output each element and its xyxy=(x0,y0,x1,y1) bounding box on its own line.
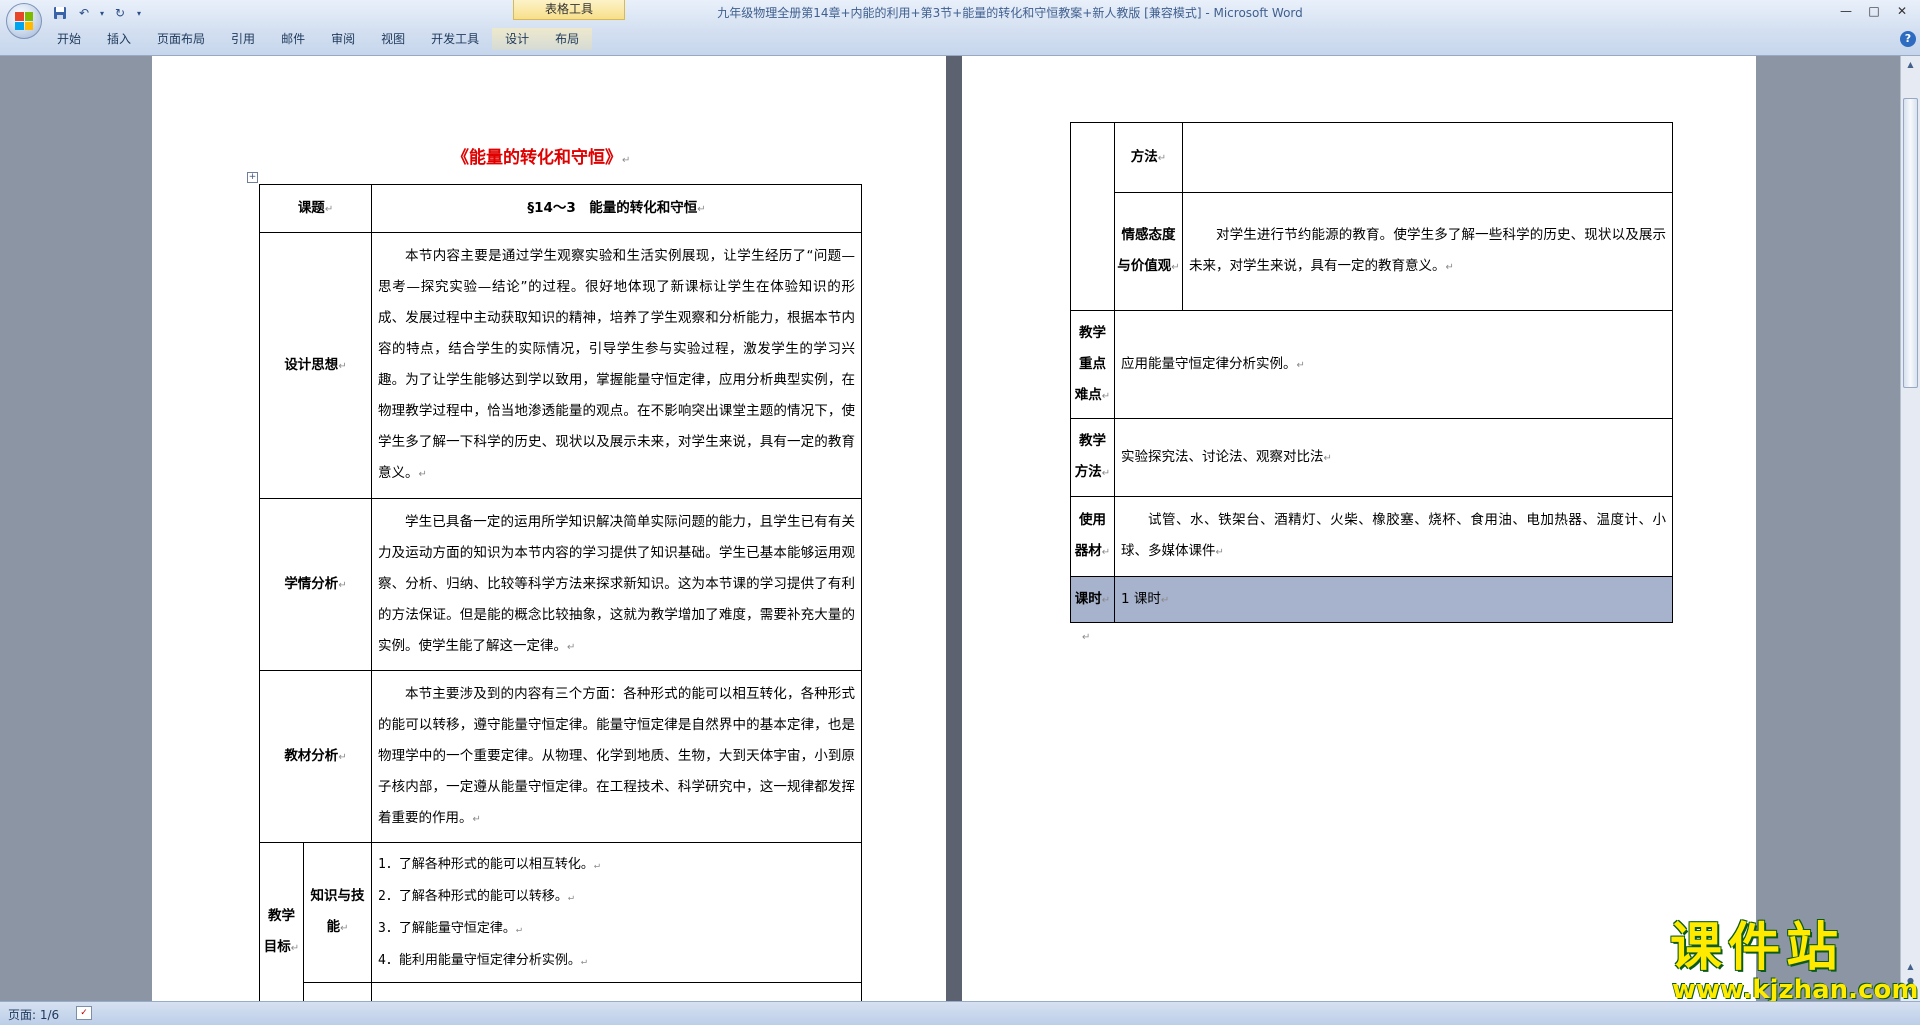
cell-text[interactable]: 本节主要涉及到的内容有三个方面：各种形式的能可以相互转化，各种形式的能可以转移，… xyxy=(371,670,863,843)
cell-label[interactable]: 设计思想↵ xyxy=(258,232,373,499)
tab-view[interactable]: 视图 xyxy=(368,28,418,50)
site-watermark-logo: 课件站 www.kjzhan.com xyxy=(1670,917,1919,1005)
tab-review[interactable]: 审阅 xyxy=(318,28,368,50)
watermark-url: www.kjzhan.com xyxy=(1672,975,1919,1005)
status-bar: 页面: 1/6 ✓ xyxy=(0,1001,1920,1025)
tab-layout[interactable]: 布局 xyxy=(542,28,593,50)
proofing-status-icon[interactable]: ✓ xyxy=(76,1006,92,1020)
minimize-button[interactable]: — xyxy=(1832,2,1860,20)
lesson-plan-table-continued: 方法↵ 情感态度与价值观↵ 对学生进行节约能源的教育。使学生多了解一些科学的历史… xyxy=(1070,122,1673,623)
tab-insert[interactable]: 插入 xyxy=(94,28,144,50)
ribbon-tabs: 开始 插入 页面布局 引用 邮件 审阅 视图 开发工具 设计 布局 xyxy=(44,28,593,50)
tab-design[interactable]: 设计 xyxy=(492,28,543,50)
list-item: 2．了解各种形式的能可以转移。↵ xyxy=(378,888,574,904)
cell-sub-label[interactable]: 知识与技能↵ xyxy=(302,842,373,983)
redo-icon[interactable]: ↻ xyxy=(110,4,130,22)
customize-qat-icon[interactable]: ▾ xyxy=(134,4,144,22)
window-controls: — □ ✕ xyxy=(1832,2,1916,20)
undo-icon[interactable]: ↶ xyxy=(74,4,94,22)
table-row: 教学重点难点↵ 应用能量守恒定律分析实例。↵ xyxy=(1070,310,1673,419)
cell-label[interactable]: 使用器材↵ xyxy=(1070,496,1115,577)
table-row: 教材分析↵ 本节主要涉及到的内容有三个方面：各种形式的能可以相互转化，各种形式的… xyxy=(258,670,863,843)
vertical-scrollbar[interactable]: ▲ ▲ ● ▼ xyxy=(1900,56,1920,1001)
table-row: 学情分析↵ 学生已具备一定的运用所学知识解决简单实际问题的能力，且学生已有有关力… xyxy=(258,498,863,671)
cell-text[interactable]: 对学生进行节约能源的教育。使学生多了解一些科学的历史、现状以及展示未来，对学生来… xyxy=(1182,192,1673,311)
cell-empty[interactable] xyxy=(1182,122,1673,193)
table-move-handle-icon[interactable]: + xyxy=(247,172,258,183)
table-row: 教学方法↵ 实验探究法、讨论法、观察对比法↵ xyxy=(1070,418,1673,497)
scroll-thumb[interactable] xyxy=(1903,98,1918,388)
page-count[interactable]: 页面: 1/6 xyxy=(8,1006,59,1023)
list-item: 4．能利用能量守恒定律分析实例。↵ xyxy=(378,952,587,968)
undo-dropdown-icon[interactable]: ▾ xyxy=(98,4,106,22)
cell-text[interactable]: 试管、水、铁架台、酒精灯、火柴、橡胶塞、烧杯、食用油、电加热器、温度计、小球、多… xyxy=(1114,496,1673,577)
office-logo-icon xyxy=(15,12,33,30)
cell-text[interactable]: 1 课时↵ xyxy=(1114,576,1673,623)
list-item: 1．了解各种形式的能可以相互转化。↵ xyxy=(378,856,600,872)
cell-label[interactable]: 教学方法↵ xyxy=(1070,418,1115,497)
watermark-text: 课件站 xyxy=(1670,917,1845,978)
cell-label[interactable]: 课时↵ xyxy=(1070,576,1115,623)
office-button[interactable] xyxy=(6,3,42,39)
document-title: 《能量的转化和守恒》↵ xyxy=(452,148,631,168)
page-separator xyxy=(946,56,962,1001)
save-icon[interactable] xyxy=(50,4,70,22)
tab-developer[interactable]: 开发工具 xyxy=(418,28,492,50)
table-row: 教学目标↵ 知识与技能↵ 1．了解各种形式的能可以相互转化。↵ 2．了解各种形式… xyxy=(259,842,863,1023)
cell-text[interactable]: 学生已具备一定的运用所学知识解决简单实际问题的能力，且学生已有有关力及运动方面的… xyxy=(371,498,863,671)
table-row: 情感态度与价值观↵ 对学生进行节约能源的教育。使学生多了解一些科学的历史、现状以… xyxy=(1071,192,1673,311)
help-icon[interactable]: ? xyxy=(1900,31,1916,47)
window-title: 九年级物理全册第14章+内能的利用+第3节+能量的转化和守恒教案+新人教版 [兼… xyxy=(717,6,1303,20)
cell-label[interactable]: 教材分析↵ xyxy=(258,670,373,843)
tab-page-layout[interactable]: 页面布局 xyxy=(144,28,218,50)
cell-empty[interactable] xyxy=(1070,122,1115,311)
close-button[interactable]: ✕ xyxy=(1888,2,1916,20)
cell-text[interactable]: 实验探究法、讨论法、观察对比法↵ xyxy=(1114,418,1673,497)
scroll-up-icon[interactable]: ▲ xyxy=(1903,58,1918,72)
table-row: 方法↵ xyxy=(1070,122,1673,311)
cell-topic[interactable]: §14～3 能量的转化和守恒↵ xyxy=(371,184,863,233)
cell-goals[interactable]: 1．了解各种形式的能可以相互转化。↵ 2．了解各种形式的能可以转移。↵ 3．了解… xyxy=(371,842,863,983)
cell-text[interactable]: 应用能量守恒定律分析实例。↵ xyxy=(1114,310,1673,419)
title-bar: ↶ ▾ ↻ ▾ 表格工具 九年级物理全册第14章+内能的利用+第3节+能量的转化… xyxy=(0,0,1920,56)
cell-label[interactable]: 教学目标↵ xyxy=(259,842,304,1023)
table-row: 设计思想↵ 本节内容主要是通过学生观察实验和生活实例展现，让学生经历了“问题—思… xyxy=(258,232,863,499)
table-row: 课时↵ 1 课时↵ xyxy=(1070,576,1673,623)
maximize-button[interactable]: □ xyxy=(1860,2,1888,20)
table-row: 使用器材↵ 试管、水、铁架台、酒精灯、火柴、橡胶塞、烧杯、食用油、电加热器、温度… xyxy=(1070,496,1673,577)
cell-label[interactable]: 方法↵ xyxy=(1114,122,1183,193)
paragraph-mark-icon: ↵ xyxy=(1082,632,1091,643)
tab-references[interactable]: 引用 xyxy=(218,28,268,50)
tab-home[interactable]: 开始 xyxy=(44,28,94,50)
cell-label[interactable]: 课题↵ xyxy=(258,184,373,233)
cell-text[interactable]: 本节内容主要是通过学生观察实验和生活实例展现，让学生经历了“问题—思考—探究实验… xyxy=(371,232,863,499)
cell-label[interactable]: 教学重点难点↵ xyxy=(1070,310,1115,419)
quick-access-toolbar: ↶ ▾ ↻ ▾ xyxy=(50,3,144,23)
table-row: 课题↵ §14～3 能量的转化和守恒↵ xyxy=(258,184,863,233)
lesson-plan-table: 课题↵ §14～3 能量的转化和守恒↵ 设计思想↵ 本节内容主要是通过学生观察实… xyxy=(258,184,863,1023)
cell-label[interactable]: 情感态度与价值观↵ xyxy=(1114,192,1183,311)
list-item: 3．了解能量守恒定律。↵ xyxy=(378,920,522,936)
cell-label[interactable]: 学情分析↵ xyxy=(258,498,373,671)
tab-mailings[interactable]: 邮件 xyxy=(268,28,318,50)
